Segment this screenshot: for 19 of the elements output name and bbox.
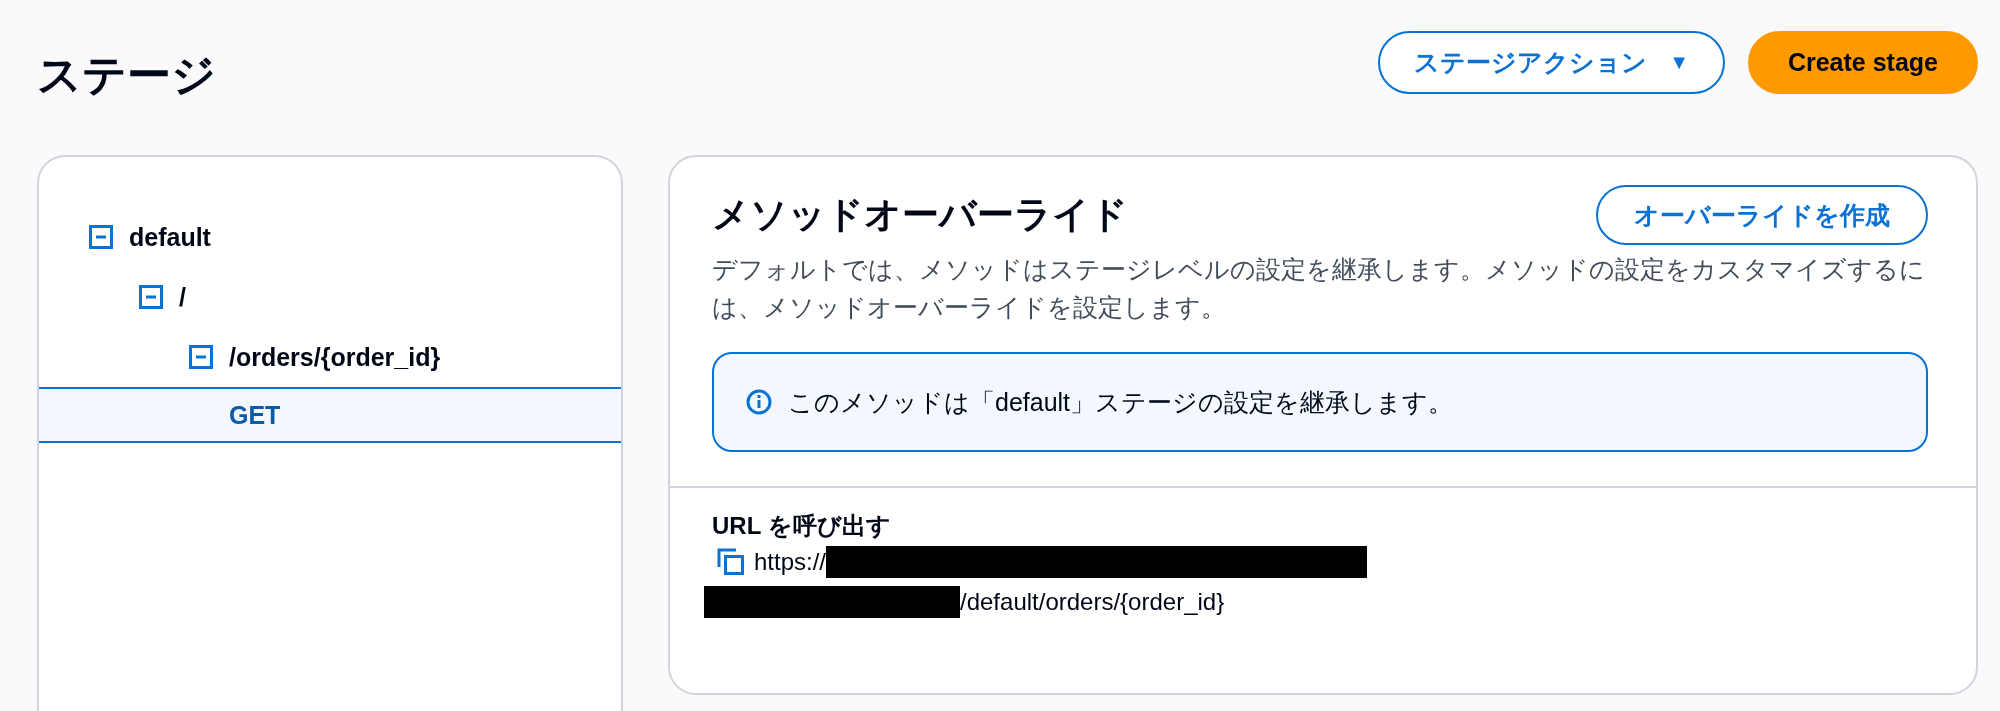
collapse-icon[interactable] xyxy=(139,285,163,309)
create-override-button[interactable]: オーバーライドを作成 xyxy=(1596,185,1928,245)
info-text: このメソッドは「default」ステージの設定を継承します。 xyxy=(788,386,1454,418)
field-label: URL を呼び出す xyxy=(712,511,892,541)
page-title: ステージ xyxy=(37,49,216,101)
url-text: /default/orders/{order_id} xyxy=(960,588,1225,616)
panel-title: メソッドオーバーライド xyxy=(712,193,1128,237)
copy-icon[interactable] xyxy=(716,547,746,577)
tree-item[interactable]: /orders/{order_id} xyxy=(39,327,621,387)
info-icon xyxy=(746,389,772,415)
create-stage-button[interactable]: Create stage xyxy=(1747,31,1978,94)
collapse-icon[interactable] xyxy=(189,345,213,369)
stage-actions-dropdown[interactable]: ステージアクション ▼ xyxy=(1378,31,1725,94)
url-text: https:// xyxy=(754,548,827,576)
collapse-icon[interactable] xyxy=(89,225,113,249)
description-text: デフォルトでは、メソッドはステージレベルの設定を継承します。メソッドの設定をカスタマイズするには、メソッドオーバーライドを設定します。 xyxy=(712,255,1926,323)
tree-item[interactable]: / xyxy=(39,267,621,327)
tree-item[interactable]: default xyxy=(39,207,621,267)
tree-item[interactable]: GET xyxy=(39,387,621,443)
